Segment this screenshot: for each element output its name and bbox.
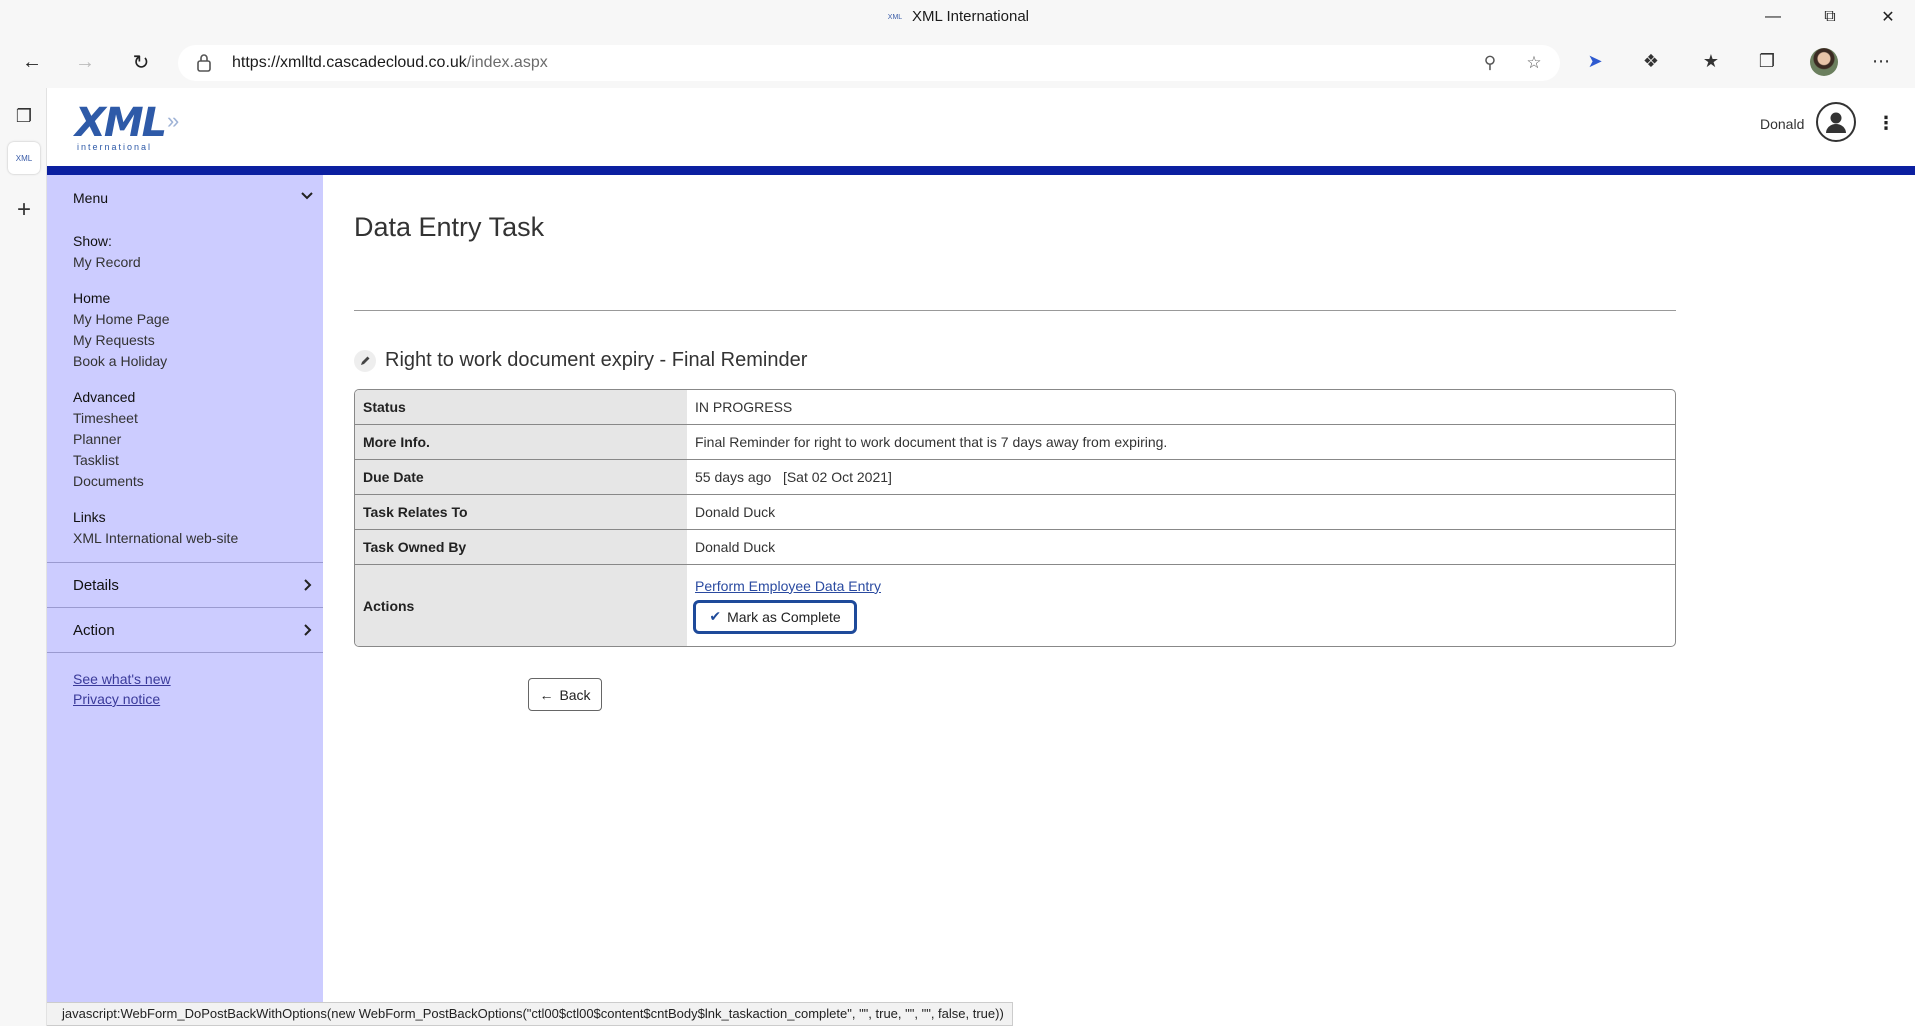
xml-international-logo[interactable]: XML » international xyxy=(75,100,185,152)
pencil-icon[interactable] xyxy=(354,350,376,372)
window-title: XML XML International xyxy=(0,8,1915,25)
table-row: Task Owned By Donald Duck xyxy=(355,530,1675,565)
chevron-down-icon xyxy=(301,192,313,200)
sidebar-item-timesheet[interactable]: Timesheet xyxy=(73,410,138,426)
tab-actions-icon[interactable]: ❐ xyxy=(8,100,40,132)
url-text[interactable]: https://xmlltd.cascadecloud.co.uk/index.… xyxy=(232,54,548,72)
user-name[interactable]: Donald xyxy=(1760,116,1804,132)
row-label: Actions xyxy=(355,565,687,646)
power-automate-icon[interactable]: ➤ xyxy=(1580,46,1610,76)
mark-as-complete-button[interactable]: ✔ Mark as Complete xyxy=(693,599,857,634)
collections-icon[interactable]: ❐ xyxy=(1752,46,1782,76)
forward-arrow-icon[interactable]: → xyxy=(69,46,101,78)
header-divider xyxy=(47,166,1915,175)
status-value: IN PROGRESS xyxy=(695,399,793,415)
app-header: XML » international Donald ⋮ xyxy=(47,88,1915,166)
menu-label: Menu xyxy=(73,190,109,206)
sidebar-divider xyxy=(47,652,323,653)
url-path: /index.aspx xyxy=(466,54,548,71)
due-date-value: 55 days ago [Sat 02 Oct 2021] xyxy=(695,469,892,485)
mark-as-complete-label: Mark as Complete xyxy=(727,608,841,625)
sidebar-group-home: Home xyxy=(73,290,111,306)
active-tab-favicon[interactable]: XML xyxy=(8,142,40,174)
perform-data-entry-link[interactable]: Perform Employee Data Entry xyxy=(695,578,881,594)
address-bar[interactable]: https://xmlltd.cascadecloud.co.uk/index.… xyxy=(178,45,1560,81)
lock-icon[interactable] xyxy=(196,53,212,73)
back-label: Back xyxy=(559,686,591,703)
task-owned-by-value: Donald Duck xyxy=(695,539,776,555)
browser-toolbar: ← → ↻ https://xmlltd.cascadecloud.co.uk/… xyxy=(0,34,1915,88)
add-favorite-icon[interactable]: ☆ xyxy=(1522,51,1546,75)
sidebar-item-my-home-page[interactable]: My Home Page xyxy=(73,311,169,327)
privacy-notice-link[interactable]: Privacy notice xyxy=(73,691,160,707)
sidebar-item-book-a-holiday[interactable]: Book a Holiday xyxy=(73,353,167,369)
minimize-icon[interactable]: — xyxy=(1753,4,1793,30)
close-window-icon[interactable]: ✕ xyxy=(1868,4,1908,30)
sidebar-item-planner[interactable]: Planner xyxy=(73,431,121,447)
window-titlebar: XML XML International — ⧉ ✕ xyxy=(0,0,1915,34)
favorites-icon[interactable]: ★ xyxy=(1696,46,1726,76)
web-page: XML » international Donald ⋮ Menu Show: … xyxy=(47,88,1915,1026)
zoom-out-icon[interactable]: ⚲ xyxy=(1478,51,1502,75)
more-options-icon[interactable]: ⋯ xyxy=(1866,46,1896,76)
sidebar-item-documents[interactable]: Documents xyxy=(73,473,144,489)
table-row: Status IN PROGRESS xyxy=(355,390,1675,425)
action-label: Action xyxy=(73,622,115,639)
sidebar-section-details[interactable]: Details xyxy=(47,562,323,607)
see-whats-new-link[interactable]: See what's new xyxy=(73,671,171,687)
sidebar-item-xml-website[interactable]: XML International web-site xyxy=(73,530,238,546)
row-label: Task Owned By xyxy=(355,530,687,564)
table-row: More Info. Final Reminder for right to w… xyxy=(355,425,1675,460)
new-tab-icon[interactable]: + xyxy=(8,194,40,226)
page-title: Data Entry Task xyxy=(354,212,545,242)
menu-toggle[interactable]: Menu xyxy=(47,175,323,219)
person-icon xyxy=(1826,112,1846,133)
row-label: Due Date xyxy=(355,460,687,494)
task-relates-to-value: Donald Duck xyxy=(695,504,776,520)
logo-subtitle: international xyxy=(77,142,153,152)
checkmark-icon: ✔ xyxy=(709,608,722,624)
table-row-actions: Actions Perform Employee Data Entry ✔ Ma… xyxy=(355,565,1675,646)
table-row: Due Date 55 days ago [Sat 02 Oct 2021] xyxy=(355,460,1675,495)
row-label: Task Relates To xyxy=(355,495,687,529)
back-button[interactable]: ← Back xyxy=(528,678,602,711)
sidebar-group-advanced: Advanced xyxy=(73,389,136,405)
chevron-right-icon xyxy=(304,624,312,636)
sidebar-section-action[interactable]: Action xyxy=(47,607,323,652)
row-label: Status xyxy=(355,390,687,424)
sidebar-item-my-requests[interactable]: My Requests xyxy=(73,332,155,348)
back-arrow-icon[interactable]: ← xyxy=(16,46,48,78)
url-host: https://xmlltd.cascadecloud.co.uk xyxy=(232,54,467,71)
extensions-icon[interactable]: ❖ xyxy=(1636,46,1666,76)
sidebar: Menu Show: My Record Home My Home Page M… xyxy=(47,175,323,1026)
kebab-menu-icon[interactable]: ⋮ xyxy=(1877,112,1895,136)
more-info-value: Final Reminder for right to work documen… xyxy=(695,434,1168,450)
user-account-icon[interactable] xyxy=(1816,102,1856,142)
title-divider xyxy=(354,310,1676,311)
logo-text: XML xyxy=(75,100,167,146)
browser-status-bar: javascript:WebForm_DoPostBackWithOptions… xyxy=(47,1002,1013,1026)
task-details-table: Status IN PROGRESS More Info. Final Remi… xyxy=(354,389,1676,647)
restore-icon[interactable]: ⧉ xyxy=(1810,4,1850,30)
vertical-tab-strip: ❐ XML + xyxy=(0,88,47,1026)
details-label: Details xyxy=(73,577,119,594)
chevron-right-icon xyxy=(304,579,312,591)
window-title-text: XML International xyxy=(911,8,1029,25)
sidebar-item-my-record[interactable]: My Record xyxy=(73,254,141,270)
sidebar-group-links: Links xyxy=(73,509,106,525)
row-label: More Info. xyxy=(355,425,687,459)
profile-avatar[interactable] xyxy=(1810,48,1838,76)
sidebar-item-tasklist[interactable]: Tasklist xyxy=(73,452,119,468)
task-title: Right to work document expiry - Final Re… xyxy=(385,349,808,371)
site-favicon: XML xyxy=(887,13,903,21)
refresh-icon[interactable]: ↻ xyxy=(125,46,157,78)
arrow-left-icon: ← xyxy=(539,686,554,703)
sidebar-group-show: Show: xyxy=(73,233,112,249)
table-row: Task Relates To Donald Duck xyxy=(355,495,1675,530)
actions-cell: Perform Employee Data Entry ✔ Mark as Co… xyxy=(687,565,1675,646)
logo-chevrons-icon: » xyxy=(167,108,180,133)
